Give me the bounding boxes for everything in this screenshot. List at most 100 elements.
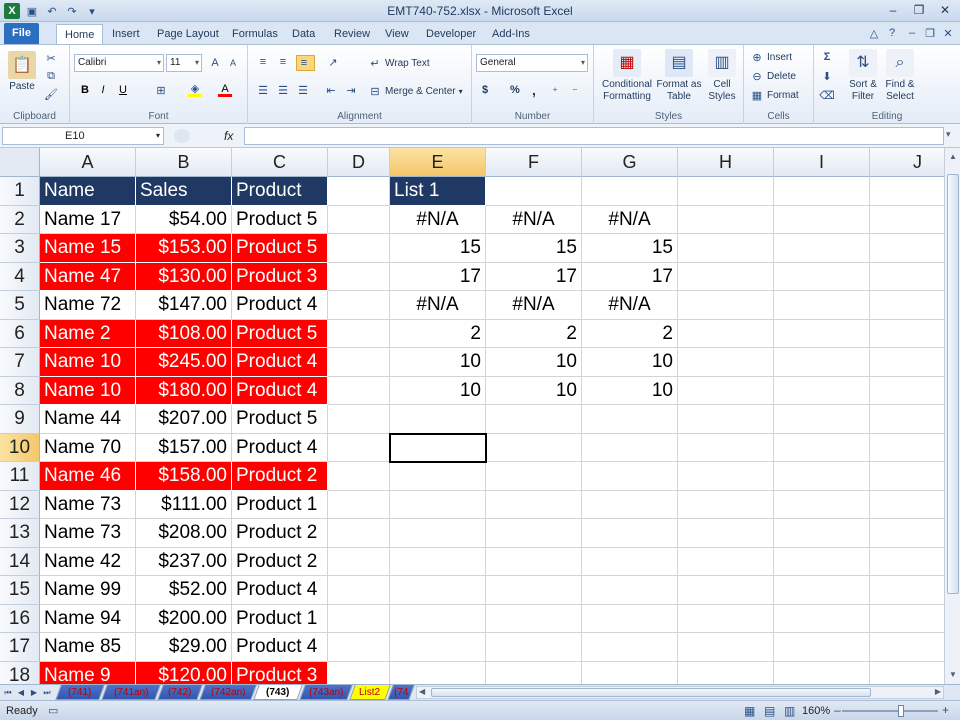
cell-d5[interactable] xyxy=(328,291,390,320)
cell-i16[interactable] xyxy=(774,604,870,633)
cell-f4[interactable]: 17 xyxy=(486,262,582,291)
cell-g11[interactable] xyxy=(582,462,678,491)
cell-c5[interactable]: Product 4 xyxy=(232,291,328,320)
cell-j17[interactable] xyxy=(870,633,944,662)
cell-c6[interactable]: Product 5 xyxy=(232,319,328,348)
cell-c2[interactable]: Product 5 xyxy=(232,205,328,234)
cell-i3[interactable] xyxy=(774,234,870,263)
column-header-d[interactable]: D xyxy=(328,148,390,177)
cell-g5[interactable]: #N/A xyxy=(582,291,678,320)
cell-c9[interactable]: Product 5 xyxy=(232,405,328,434)
column-header-i[interactable]: I xyxy=(774,148,870,177)
number-format-select[interactable]: General ▾ xyxy=(476,54,588,72)
cell-e16[interactable] xyxy=(390,604,486,633)
cell-d9[interactable] xyxy=(328,405,390,434)
cell-a4[interactable]: Name 47 xyxy=(40,262,136,291)
cell-g13[interactable] xyxy=(582,519,678,548)
cell-e3[interactable]: 15 xyxy=(390,234,486,263)
cell-d10[interactable] xyxy=(328,433,390,462)
cell-e8[interactable]: 10 xyxy=(390,376,486,405)
cell-d11[interactable] xyxy=(328,462,390,491)
cell-b12[interactable]: $111.00 xyxy=(136,490,232,519)
cell-b16[interactable]: $200.00 xyxy=(136,604,232,633)
cell-e17[interactable] xyxy=(390,633,486,662)
tab-insert[interactable]: Insert xyxy=(104,24,148,44)
cell-f8[interactable]: 10 xyxy=(486,376,582,405)
cell-c16[interactable]: Product 1 xyxy=(232,604,328,633)
wrap-text-button[interactable]: ↵ Wrap Text xyxy=(368,56,429,70)
format-cells-button[interactable]: ▦ Format xyxy=(750,88,799,102)
cell-j8[interactable] xyxy=(870,377,944,405)
cell-b15[interactable]: $52.00 xyxy=(136,576,232,605)
decrease-decimal-button[interactable]: ⁻ xyxy=(568,84,585,98)
cell-b8[interactable]: $180.00 xyxy=(136,376,232,405)
cell-j12[interactable] xyxy=(870,491,944,519)
cell-j10[interactable] xyxy=(870,434,944,462)
align-center-button[interactable]: ☰ xyxy=(276,83,293,97)
cell-f6[interactable]: 2 xyxy=(486,319,582,348)
bold-button[interactable]: B xyxy=(78,83,95,97)
cell-f17[interactable] xyxy=(486,633,582,662)
column-header-g[interactable]: G xyxy=(582,148,678,177)
cell-a9[interactable]: Name 44 xyxy=(40,405,136,434)
cell-d18[interactable] xyxy=(328,661,390,684)
cell-h12[interactable] xyxy=(678,490,774,519)
cell-f16[interactable] xyxy=(486,604,582,633)
cell-i10[interactable] xyxy=(774,433,870,462)
cell-b3[interactable]: $153.00 xyxy=(136,234,232,263)
cell-a8[interactable]: Name 10 xyxy=(40,376,136,405)
cell-h3[interactable] xyxy=(678,234,774,263)
grow-font-button[interactable]: A xyxy=(208,56,225,70)
cell-g2[interactable]: #N/A xyxy=(582,205,678,234)
cell-f5[interactable]: #N/A xyxy=(486,291,582,320)
column-header-c[interactable]: C xyxy=(232,148,328,177)
zoom-slider-thumb[interactable] xyxy=(898,705,904,717)
copy-button[interactable]: ⧉ xyxy=(44,69,61,83)
cell-b5[interactable]: $147.00 xyxy=(136,291,232,320)
vertical-scrollbar[interactable]: ▲ ▼ xyxy=(944,148,960,684)
cell-c8[interactable]: Product 4 xyxy=(232,376,328,405)
cell-d15[interactable] xyxy=(328,576,390,605)
column-header-j[interactable]: J xyxy=(870,148,944,177)
cell-c15[interactable]: Product 4 xyxy=(232,576,328,605)
align-left-button[interactable]: ☰ xyxy=(256,83,273,97)
sheet-tab-list2[interactable]: List2 xyxy=(349,685,391,700)
cell-e1[interactable]: List 1 xyxy=(390,177,486,206)
workbook-minimize-icon[interactable]: – xyxy=(904,25,920,41)
row-header-7[interactable]: 7 xyxy=(0,348,40,377)
cell-a14[interactable]: Name 42 xyxy=(40,547,136,576)
cell-d2[interactable] xyxy=(328,205,390,234)
cell-b4[interactable]: $130.00 xyxy=(136,262,232,291)
row-header-15[interactable]: 15 xyxy=(0,576,40,605)
cell-i6[interactable] xyxy=(774,319,870,348)
fill-button[interactable]: ⬇ xyxy=(820,69,837,83)
cell-h16[interactable] xyxy=(678,604,774,633)
cell-g1[interactable] xyxy=(582,177,678,206)
cell-j13[interactable] xyxy=(870,519,944,548)
currency-format-button[interactable]: $ xyxy=(482,84,488,96)
cell-f10[interactable] xyxy=(486,433,582,462)
cell-c4[interactable]: Product 3 xyxy=(232,262,328,291)
help-icon[interactable]: ? xyxy=(884,25,900,41)
scroll-right-icon[interactable]: ▶ xyxy=(935,687,941,696)
cell-e7[interactable]: 10 xyxy=(390,348,486,377)
cell-b10[interactable]: $157.00 xyxy=(136,433,232,462)
cell-h6[interactable] xyxy=(678,319,774,348)
cell-f18[interactable] xyxy=(486,661,582,684)
next-sheet-icon[interactable]: ▶ xyxy=(28,686,40,700)
zoom-level[interactable]: 160% xyxy=(802,705,830,717)
tab-page-layout[interactable]: Page Layout xyxy=(149,24,227,44)
cell-j6[interactable] xyxy=(870,320,944,348)
cell-c12[interactable]: Product 1 xyxy=(232,490,328,519)
cell-c3[interactable]: Product 5 xyxy=(232,234,328,263)
formula-input[interactable] xyxy=(244,127,944,145)
cell-b18[interactable]: $120.00 xyxy=(136,661,232,684)
cell-e10[interactable] xyxy=(390,433,486,462)
find-select-button[interactable]: ⌕ Find & Select xyxy=(882,49,918,103)
cell-e14[interactable] xyxy=(390,547,486,576)
cell-f12[interactable] xyxy=(486,490,582,519)
cell-g6[interactable]: 2 xyxy=(582,319,678,348)
tab-file[interactable]: File xyxy=(4,23,39,44)
cell-g14[interactable] xyxy=(582,547,678,576)
cell-g8[interactable]: 10 xyxy=(582,376,678,405)
